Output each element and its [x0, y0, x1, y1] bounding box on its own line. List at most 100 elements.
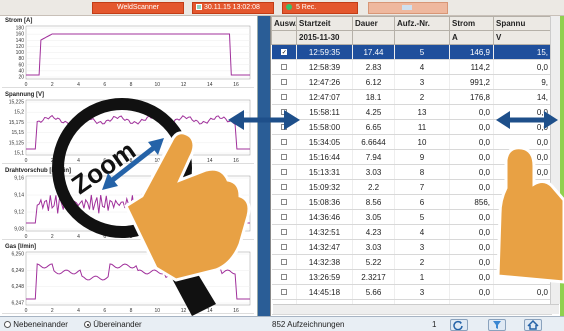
cell-dauer: 2.2: [352, 179, 395, 195]
row-select-cell[interactable]: [271, 239, 297, 255]
row-checkbox[interactable]: [280, 289, 287, 296]
chart-plot-0: 180160140120100806040200 2 4 6 8 10 12 14 16: [16, 26, 251, 88]
table-row[interactable]: 15:08:36 8.56 6 856, 0,0: [271, 194, 552, 210]
cell-dauer: 8.56: [352, 194, 395, 210]
cell-dauer: 6.12: [352, 74, 395, 90]
home-button[interactable]: [524, 319, 542, 331]
col-header-dauer[interactable]: Dauer: [352, 16, 395, 31]
layout-option-stacked[interactable]: Übereinander: [84, 320, 142, 329]
app-name-badge[interactable]: WeldScanner: [92, 2, 184, 14]
cell-startzeit: 12:58:39: [296, 59, 353, 75]
row-checkbox[interactable]: ✓: [280, 49, 287, 56]
cell-aufz-nr: 5: [394, 44, 450, 60]
table-row[interactable]: 12:58:39 2.83 4 114,2 0,0: [271, 59, 552, 75]
table-row[interactable]: 14:36:46 3.05 5 0,0 0,0: [271, 209, 552, 225]
table-row[interactable]: 15:58:00 6.65 11 0,0 0,0: [271, 119, 552, 135]
row-select-cell[interactable]: [271, 134, 297, 150]
y-tick-label: 15,175: [9, 120, 25, 126]
cell-dauer: 4.25: [352, 104, 395, 120]
filter-button[interactable]: [488, 319, 506, 331]
row-select-cell[interactable]: ✓: [271, 44, 297, 60]
table-row[interactable]: 13:26:59 2.3217 1 0,0 0,0: [271, 269, 552, 285]
row-select-cell[interactable]: [271, 179, 297, 195]
panel-splitter[interactable]: [258, 16, 270, 316]
table-row[interactable]: 15:58:11 4.25 13 0,0 0,0: [271, 104, 552, 120]
records-table-panel: Ausw. Startzeit Dauer Aufz.-Nr. Strom Sp…: [270, 16, 560, 316]
row-select-cell[interactable]: [271, 59, 297, 75]
row-checkbox[interactable]: [280, 169, 287, 176]
row-checkbox[interactable]: [280, 259, 287, 266]
row-select-cell[interactable]: [271, 104, 297, 120]
cell-startzeit: 12:47:26: [296, 74, 353, 90]
row-select-cell[interactable]: [271, 209, 297, 225]
table-row[interactable]: 12:47:26 6.12 3 991,2 9,: [271, 74, 552, 90]
datetime-label: 30.11.15 13:02:08: [204, 4, 260, 11]
table-row[interactable]: 14:32:51 4.23 4 0,0 0,0: [271, 224, 552, 240]
row-select-cell[interactable]: [271, 74, 297, 90]
row-checkbox[interactable]: [280, 274, 287, 281]
refresh-button[interactable]: [450, 319, 468, 331]
col-header-aufz-nr[interactable]: Aufz.-Nr.: [394, 16, 450, 31]
row-checkbox[interactable]: [280, 79, 287, 86]
horizontal-scrollbar[interactable]: [273, 304, 559, 314]
cell-spannung: 0,0: [493, 164, 552, 180]
table-row[interactable]: 15:16:44 7.94 9 0,0 0,0: [271, 149, 552, 165]
home-icon: [527, 319, 539, 330]
row-checkbox[interactable]: [280, 139, 287, 146]
table-row[interactable]: 15:09:32 2.2 7 0,0 0,0: [271, 179, 552, 195]
table-row[interactable]: 12:47:07 18.1 2 176,8 14,: [271, 89, 552, 105]
cell-aufz-nr: 1: [394, 269, 450, 285]
row-checkbox[interactable]: [280, 214, 287, 221]
col-header-strom[interactable]: Strom: [449, 16, 494, 31]
col-header-spannung[interactable]: Spannu: [493, 16, 552, 31]
radio-side-by-side[interactable]: [4, 321, 11, 329]
col-header-startzeit[interactable]: Startzeit: [296, 16, 353, 31]
row-checkbox[interactable]: [280, 154, 287, 161]
row-checkbox[interactable]: [280, 64, 287, 71]
row-select-cell[interactable]: [271, 284, 297, 300]
cell-spannung: 0,0: [493, 194, 552, 210]
row-checkbox[interactable]: [280, 109, 287, 116]
cell-strom: 0,0: [449, 224, 494, 240]
cell-strom: 0,0: [449, 149, 494, 165]
row-select-cell[interactable]: [271, 224, 297, 240]
x-tick-label: 4: [77, 158, 80, 164]
x-tick-label: 10: [154, 82, 160, 88]
x-tick-label: 14: [207, 158, 213, 164]
table-row[interactable]: 14:45:18 5.66 3 0,0 0,0: [271, 284, 552, 300]
row-select-cell[interactable]: [271, 89, 297, 105]
row-select-cell[interactable]: [271, 254, 297, 270]
row-select-cell[interactable]: [271, 164, 297, 180]
row-select-cell[interactable]: [271, 194, 297, 210]
table-row[interactable]: 15:34:05 6.6644 10 0,0 0,0: [271, 134, 552, 150]
cell-startzeit: 14:36:46: [296, 209, 353, 225]
row-checkbox[interactable]: [280, 94, 287, 101]
table-row[interactable]: 14:32:38 5.22 2 0,0 0,0: [271, 254, 552, 270]
row-checkbox[interactable]: [280, 229, 287, 236]
row-checkbox[interactable]: [280, 124, 287, 131]
cell-startzeit: 14:32:38: [296, 254, 353, 270]
y-tick-label: 15,125: [9, 140, 25, 146]
col-header-ausw[interactable]: Ausw.: [271, 16, 297, 31]
row-checkbox[interactable]: [280, 244, 287, 251]
table-row[interactable]: 14:32:47 3.03 3 0,0 0,0: [271, 239, 552, 255]
radio-stacked[interactable]: [84, 321, 91, 329]
x-tick-label: 16: [233, 158, 239, 164]
table-row[interactable]: ✓ 12:59:35 17.44 5 146,9 15,: [271, 44, 552, 60]
table-row[interactable]: 15:13:31 3.03 8 0,0 0,0: [271, 164, 552, 180]
cell-dauer: 3.03: [352, 239, 395, 255]
row-select-cell[interactable]: [271, 119, 297, 135]
chart-drahtvorschub: 9,16 9,14 9,12 9,08 0 2 4 6 8 10 12 14 16 Drahtvorsc…: [2, 168, 254, 240]
vertical-scrollbar[interactable]: [550, 16, 560, 304]
row-checkbox[interactable]: [280, 199, 287, 206]
layout-option-side-by-side[interactable]: Nebeneinander: [4, 320, 68, 329]
extra-badge[interactable]: [368, 2, 448, 14]
cell-aufz-nr: 8: [394, 164, 450, 180]
cell-startzeit: 15:16:44: [296, 149, 353, 165]
row-select-cell[interactable]: [271, 269, 297, 285]
window-icon: [402, 4, 412, 10]
row-checkbox[interactable]: [280, 184, 287, 191]
subheader-date: 2015-11-30: [296, 30, 353, 45]
y-tick-label: 120: [16, 44, 25, 50]
row-select-cell[interactable]: [271, 149, 297, 165]
